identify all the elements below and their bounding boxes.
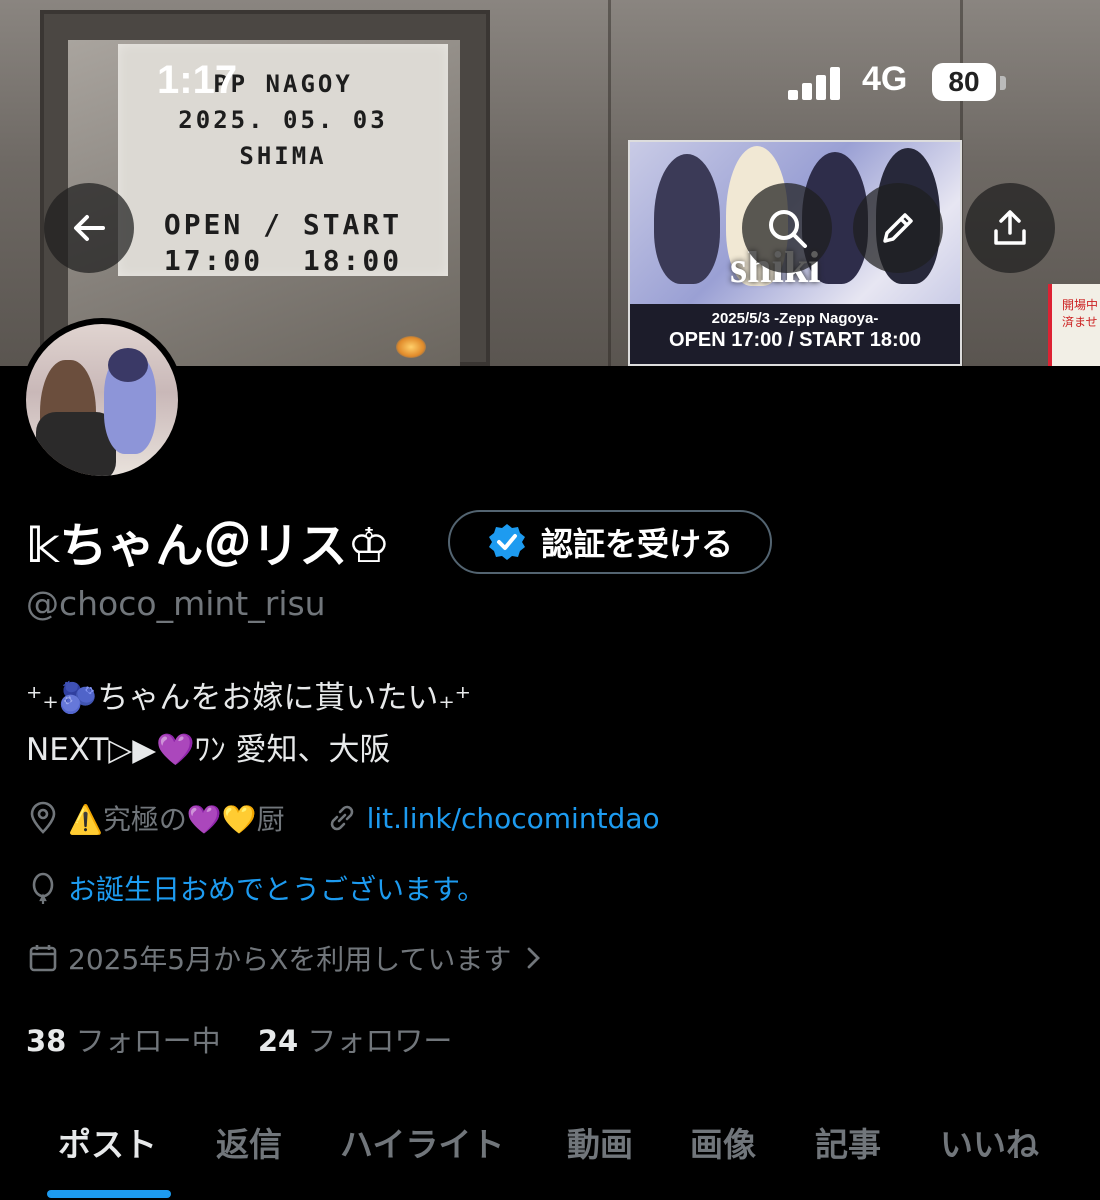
tab-highlights[interactable]: ハイライト xyxy=(340,1118,504,1166)
tab-replies[interactable]: 返信 xyxy=(216,1118,282,1166)
calendar-icon xyxy=(29,945,57,972)
marquee-line: SHIMA xyxy=(239,142,327,170)
tab-posts[interactable]: ポスト xyxy=(58,1118,157,1166)
marquee-line: OPEN / START xyxy=(163,208,403,241)
poster-times: OPEN 17:00 / START 18:00 xyxy=(669,329,921,351)
get-verified-button[interactable]: 認証を受ける xyxy=(448,510,772,574)
pencil-icon xyxy=(883,213,913,243)
tab-images[interactable]: 画像 xyxy=(690,1118,756,1166)
followers-link[interactable]: 24 フォロワー xyxy=(258,1024,453,1058)
location-text: ⚠️究極の💜💛厨 xyxy=(68,803,285,836)
tab-likes[interactable]: いいね xyxy=(940,1118,1039,1166)
verified-badge-icon xyxy=(488,524,525,560)
avatar-standee-hair xyxy=(108,348,148,382)
poster-info: 2025/5/3 -Zepp Nagoya- OPEN 17:00 / STAR… xyxy=(630,304,960,364)
meta-row-birthday: お誕生日おめでとうございます。 xyxy=(26,868,485,908)
bio-line: ⁺₊🫐ちゃんをお嫁に貰いたい₊⁺ xyxy=(26,680,472,716)
avatar-photo xyxy=(26,324,178,476)
marquee-line: 2025. 05. 03 xyxy=(178,106,388,134)
meta-row-joined[interactable]: 2025年5月からXを利用しています xyxy=(26,938,545,978)
back-arrow-icon xyxy=(74,215,105,241)
share-button[interactable] xyxy=(965,183,1055,273)
back-button[interactable] xyxy=(44,183,134,273)
search-icon xyxy=(769,210,807,248)
user-handle: @choco_mint_risu xyxy=(26,584,326,623)
following-link[interactable]: 38 フォロー中 xyxy=(26,1024,221,1058)
followers-label: フォロワー xyxy=(307,1024,453,1058)
website-link[interactable]: lit.link/chocomintdao xyxy=(367,802,660,835)
edit-button[interactable] xyxy=(853,183,943,273)
link-icon xyxy=(330,805,353,831)
battery-icon xyxy=(1000,76,1006,90)
balloon-icon xyxy=(32,872,54,904)
birthday-text: お誕生日おめでとうございます。 xyxy=(68,873,486,906)
poster-date: 2025/5/3 -Zepp Nagoya- xyxy=(711,310,879,327)
status-time: 1:17 xyxy=(157,58,238,102)
avatar[interactable] xyxy=(20,318,184,482)
bio-line: NEXT▷▶💜ﾜﾝ 愛知、大阪 xyxy=(26,732,391,768)
marquee-line: 17:00 18:00 xyxy=(163,244,403,277)
chevron-right-icon xyxy=(528,947,541,969)
profile-banner[interactable]: PP NAGOY 2025. 05. 03 SHIMA OPEN / START… xyxy=(0,0,1100,366)
battery-level: 80 xyxy=(932,63,996,101)
display-name: 𝕜ちゃん＠リス♔ xyxy=(26,518,391,574)
bio: ⁺₊🫐ちゃんをお嫁に貰いたい₊⁺ NEXT▷▶💜ﾜﾝ 愛知、大阪 xyxy=(26,672,471,776)
wall-seam xyxy=(608,0,611,366)
light-glow xyxy=(396,336,426,358)
notice-sign: 開場中 済ませ xyxy=(1048,284,1100,366)
profile-tabs: ポスト 返信 ハイライト 動画 画像 記事 いいね xyxy=(0,1100,1100,1200)
network-type: 4G xyxy=(862,60,908,98)
share-icon xyxy=(994,210,1026,245)
search-button[interactable] xyxy=(742,183,832,273)
followers-count: 24 xyxy=(257,1024,299,1058)
joined-text: 2025年5月からXを利用しています xyxy=(68,943,512,976)
follow-stats: 38 フォロー中 24 フォロワー xyxy=(26,1018,452,1060)
meta-row-location-link: ⚠️究極の💜💛厨 lit.link/chocomintdao xyxy=(26,798,660,838)
following-count: 38 xyxy=(26,1024,67,1058)
signal-icon xyxy=(788,66,848,100)
tab-videos[interactable]: 動画 xyxy=(567,1118,633,1166)
get-verified-label: 認証を受ける xyxy=(540,525,733,563)
tab-articles[interactable]: 記事 xyxy=(815,1118,881,1166)
active-tab-indicator xyxy=(47,1190,171,1198)
location-icon xyxy=(30,801,56,834)
poster-figure xyxy=(654,154,720,284)
following-label: フォロー中 xyxy=(75,1024,221,1058)
